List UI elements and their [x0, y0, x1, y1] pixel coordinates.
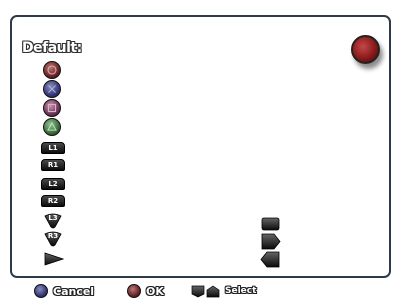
r2-button[interactable]: R2 [41, 195, 65, 207]
triangle-button-icon[interactable] [43, 118, 61, 136]
dpad-left-right-icon [191, 285, 205, 297]
record-button[interactable] [351, 35, 380, 64]
dpad-up-icon[interactable] [261, 217, 280, 231]
cancel-label: Cancel [53, 284, 95, 298]
dpad-left-icon[interactable] [260, 251, 280, 268]
start-arrow-icon[interactable] [44, 252, 64, 266]
ok-label: OK [146, 284, 164, 298]
r1-button[interactable]: R1 [41, 159, 65, 171]
dpad-right-icon[interactable] [261, 233, 281, 250]
r3-label: R3 [47, 232, 59, 240]
footer-cancel[interactable]: Cancel [34, 283, 94, 299]
panel-title: Default: [22, 40, 82, 56]
footer-select[interactable]: Select [191, 283, 256, 299]
cross-button-icon[interactable] [43, 80, 61, 98]
circle-button-icon [127, 284, 141, 298]
l3-label: L3 [48, 214, 58, 222]
dpad-up-down-icon [206, 285, 220, 297]
footer-ok[interactable]: OK [127, 283, 164, 299]
l1-button[interactable]: L1 [41, 142, 65, 154]
cross-button-icon [34, 284, 48, 298]
square-button-icon[interactable] [43, 99, 61, 117]
circle-button-icon[interactable] [43, 61, 61, 79]
l2-button[interactable]: L2 [41, 178, 65, 190]
r3-button[interactable]: R3 [43, 231, 63, 247]
l3-button[interactable]: L3 [43, 213, 63, 229]
select-label: Select [225, 286, 257, 296]
